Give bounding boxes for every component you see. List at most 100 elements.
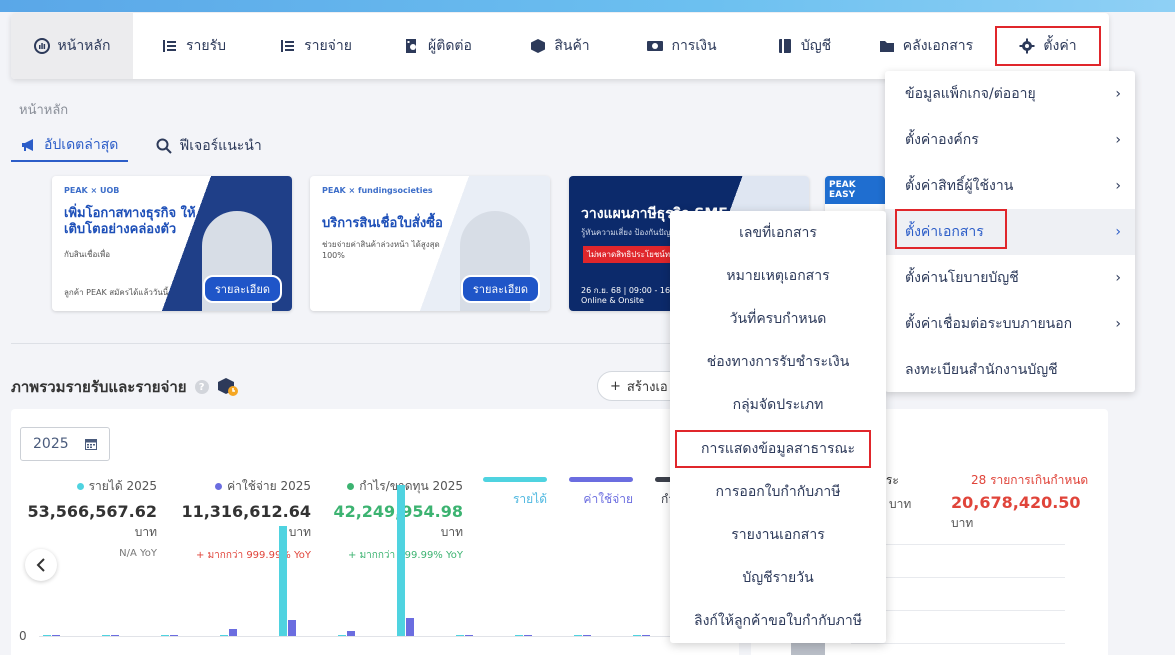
- tab-recommended-features[interactable]: ฟีเจอร์แนะนำ: [146, 134, 271, 162]
- chevron-right-icon: ›: [1115, 132, 1121, 148]
- menu-item-user-permissions[interactable]: ตั้งค่าสิทธิ์ผู้ใช้งาน ›: [885, 163, 1135, 209]
- submenu-item-due-date[interactable]: วันที่ครบกำหนด: [670, 297, 886, 340]
- settings-highlight-box: ตั้งค่า: [995, 26, 1101, 66]
- bar-income-7[interactable]: [456, 635, 464, 636]
- receivable-unit: บาท: [889, 497, 912, 511]
- package-clock-icon[interactable]: [217, 377, 239, 397]
- bar-income-8[interactable]: [515, 635, 523, 636]
- year-select[interactable]: 2025: [20, 427, 110, 461]
- bar-expense-4[interactable]: [288, 620, 296, 636]
- bar-expense-0[interactable]: [52, 635, 60, 636]
- nav-item-settings[interactable]: ตั้งค่า: [987, 13, 1109, 79]
- bar-income-9[interactable]: [574, 635, 582, 636]
- menu-item-register-accounting-office[interactable]: ลงทะเบียนสำนักงานบัญชี: [885, 347, 1135, 393]
- bar-income-10[interactable]: [633, 635, 641, 636]
- overdue-count[interactable]: 28 รายการเกินกำหนด: [971, 471, 1088, 490]
- nav-label: ตั้งค่า: [1043, 38, 1077, 54]
- plus-icon: +: [610, 378, 621, 394]
- submenu-item-journal[interactable]: บัญชีรายวัน: [670, 556, 886, 599]
- submenu-item-tax-invoice[interactable]: การออกใบกำกับภาษี: [670, 470, 886, 513]
- legend-dot: [215, 483, 223, 490]
- receivable-bar: [791, 641, 825, 655]
- chevron-right-icon: ›: [1115, 316, 1121, 332]
- bar-income-1[interactable]: [102, 635, 110, 636]
- nav-item-home[interactable]: หน้าหลัก: [11, 13, 133, 79]
- submenu-item-document-remark[interactable]: หมายเหตุเอกสาร: [670, 254, 886, 297]
- bar-income-5[interactable]: [338, 635, 346, 636]
- nav-label: คลังเอกสาร: [902, 38, 974, 54]
- nav-item-product[interactable]: สินค้า: [499, 13, 621, 79]
- nav-label: บัญชี: [800, 38, 832, 54]
- submenu-item-payment-channel[interactable]: ช่องทางการรับชำระเงิน: [670, 340, 886, 383]
- banner-sub: ช่วยจ่ายค่าสินค้าล่วงหน้า ได้สูงสุด 100%: [322, 240, 440, 260]
- stat-value: 11,316,612.64 บาท: [179, 502, 311, 542]
- submenu-item-customer-tax-invoice-link[interactable]: ลิงก์ให้ลูกค้าขอใบกำกับภาษี: [670, 599, 886, 642]
- nav-item-accounting[interactable]: บัญชี: [743, 13, 865, 79]
- help-icon[interactable]: ?: [194, 380, 209, 394]
- overview-card: 2025 รายได้ 2025 53,566,567.62 บาท N/A Y…: [11, 409, 739, 655]
- tab-label: อัปเดตล่าสุด: [44, 137, 119, 153]
- bar-expense-2[interactable]: [170, 635, 178, 636]
- stat-label-text: ค่าใช้จ่าย 2025: [227, 479, 311, 493]
- nav-item-income[interactable]: รายรับ: [133, 13, 255, 79]
- submenu-item-document-number[interactable]: เลขที่เอกสาร: [670, 211, 886, 254]
- bar-income-6[interactable]: [397, 485, 405, 636]
- bar-expense-7[interactable]: [465, 635, 473, 636]
- legend-expense[interactable]: ค่าใช้จ่าย: [569, 477, 633, 509]
- stat-value-number: 53,566,567.62: [27, 502, 157, 521]
- nav-item-money[interactable]: การเงิน: [621, 13, 743, 79]
- bar-expense-5[interactable]: [347, 631, 355, 636]
- income-icon: [163, 40, 176, 52]
- menu-item-label: ตั้งค่าเชื่อมต่อระบบภายนอก: [905, 316, 1073, 332]
- bar-expense-6[interactable]: [406, 617, 414, 636]
- product-icon: [531, 39, 546, 53]
- folder-icon: [879, 41, 894, 52]
- bar-expense-10[interactable]: [642, 635, 650, 636]
- year-value: 2025: [33, 436, 69, 452]
- menu-item-label: ลงทะเบียนสำนักงานบัญชี: [905, 362, 1058, 378]
- menu-item-organization[interactable]: ตั้งค่าองค์กร ›: [885, 117, 1135, 163]
- banner-pill: ไม่พลาดสิทธิประโยชน์ทาง: [583, 246, 683, 263]
- nav-item-contacts[interactable]: ผู้ติดต่อ: [377, 13, 499, 79]
- banner-detail-button[interactable]: รายละเอียด: [460, 275, 540, 303]
- tab-latest-updates[interactable]: อัปเดตล่าสุด: [11, 134, 129, 162]
- bar-income-4[interactable]: [279, 526, 287, 636]
- bar-income-2[interactable]: [161, 635, 169, 636]
- menu-item-accounting-policy[interactable]: ตั้งค่านโยบายบัญชี ›: [885, 255, 1135, 301]
- banner-headline: บริการสินเชื่อใบสั่งซื้อ: [322, 216, 443, 231]
- gridline: [851, 643, 1065, 644]
- bar-income-0[interactable]: [43, 635, 51, 636]
- breadcrumb[interactable]: หน้าหลัก: [19, 99, 68, 120]
- menu-item-label: ข้อมูลแพ็กเกจ/ต่ออายุ: [905, 86, 1036, 102]
- overview-title: ภาพรวมรายรับและรายจ่าย ?: [11, 375, 239, 399]
- nav-label: รายรับ: [186, 38, 226, 54]
- bar-expense-8[interactable]: [524, 635, 532, 636]
- chevron-right-icon: ›: [1115, 270, 1121, 286]
- bar-income-3[interactable]: [220, 635, 228, 636]
- submenu-item-classification-group[interactable]: กลุ่มจัดประเภท: [670, 383, 886, 426]
- legend-income[interactable]: รายได้: [483, 477, 547, 509]
- nav-item-documents[interactable]: คลังเอกสาร: [865, 13, 987, 79]
- menu-item-external-integration[interactable]: ตั้งค่าเชื่อมต่อระบบภายนอก ›: [885, 301, 1135, 347]
- banner-uob[interactable]: PEAK × UOB เพิ่มโอกาสทางธุรกิจ ให้เติบโต…: [52, 176, 292, 311]
- dashboard-icon: [33, 38, 50, 54]
- expense-icon: [281, 40, 295, 52]
- document-settings-submenu: เลขที่เอกสาร หมายเหตุเอกสาร วันที่ครบกำห…: [670, 211, 886, 643]
- submenu-item-document-report[interactable]: รายงานเอกสาร: [670, 513, 886, 556]
- stat-unit: บาท: [288, 525, 311, 539]
- stat-unit: บาท: [440, 525, 463, 539]
- chevron-right-icon: ›: [1115, 224, 1121, 240]
- bar-expense-1[interactable]: [111, 635, 119, 636]
- document-settings-highlight: [895, 209, 1007, 249]
- banner-funding-societies[interactable]: PEAK × fundingsocieties บริการสินเชื่อใบ…: [310, 176, 550, 311]
- bar-expense-9[interactable]: [583, 635, 591, 636]
- bar-expense-3[interactable]: [229, 629, 237, 636]
- chart-prev-button[interactable]: [25, 549, 57, 581]
- nav-item-expense[interactable]: รายจ่าย: [255, 13, 377, 79]
- banner-detail-button[interactable]: รายละเอียด: [202, 275, 282, 303]
- menu-item-package[interactable]: ข้อมูลแพ็กเกจ/ต่ออายุ ›: [885, 71, 1135, 117]
- stat-label-text: รายได้ 2025: [88, 479, 157, 493]
- banner-brand: PEAK × UOB: [64, 186, 120, 195]
- contacts-icon: [406, 39, 417, 53]
- menu-item-label: ตั้งค่านโยบายบัญชี: [905, 270, 1019, 286]
